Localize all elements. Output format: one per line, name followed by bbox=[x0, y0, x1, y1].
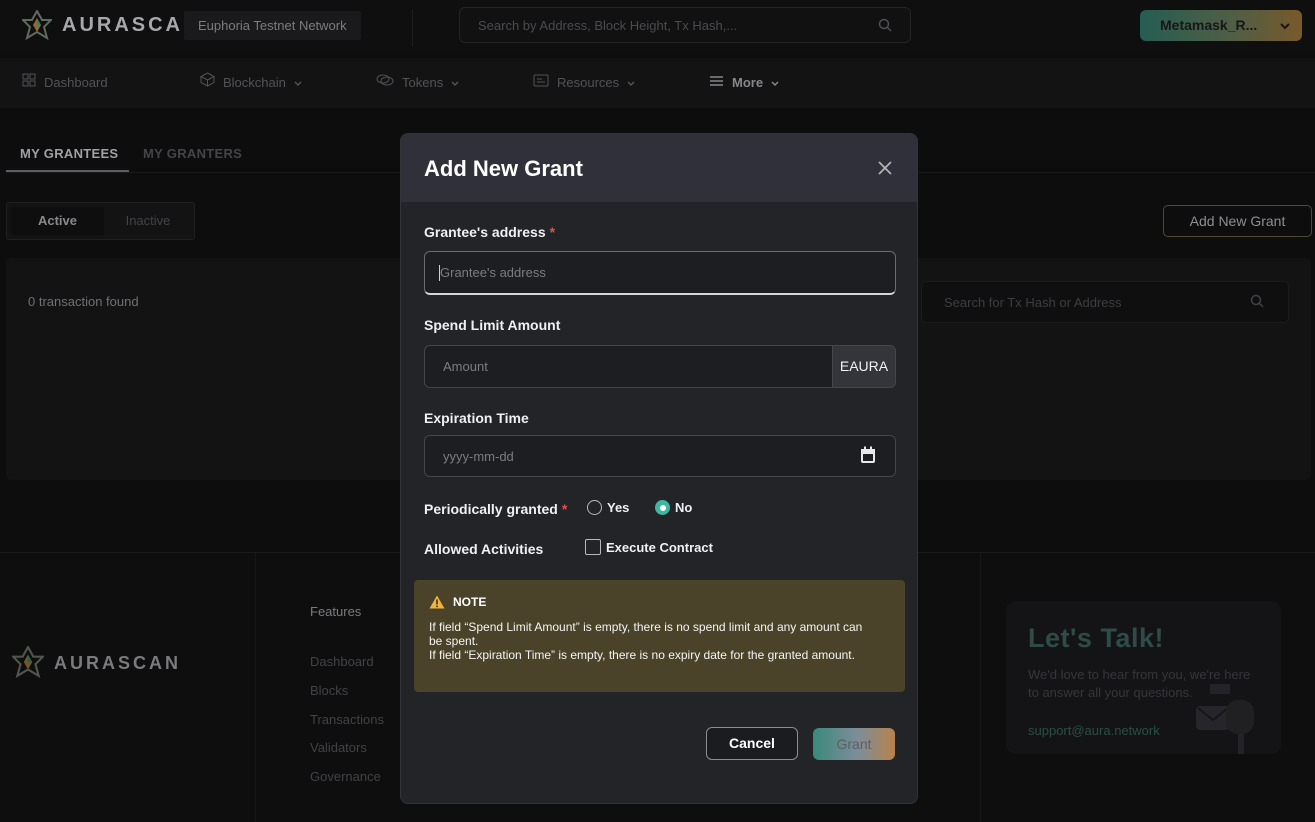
close-icon[interactable] bbox=[877, 160, 893, 179]
radio-no[interactable]: No bbox=[655, 500, 692, 515]
checkbox-label: Execute Contract bbox=[606, 539, 713, 555]
radio-label: Yes bbox=[607, 500, 630, 515]
note-box: NOTE If field “Spend Limit Amount” is em… bbox=[414, 580, 905, 692]
required-marker: * bbox=[549, 224, 556, 240]
allowed-activities-label: Allowed Activities bbox=[424, 541, 544, 557]
required-marker: * bbox=[561, 501, 568, 517]
add-new-grant-modal: Add New Grant Grantee's address * Grantee… bbox=[400, 133, 918, 804]
warning-icon bbox=[429, 595, 445, 612]
radio-label: No bbox=[675, 500, 693, 515]
execute-contract-checkbox[interactable]: Execute Contract bbox=[585, 539, 713, 555]
currency-unit: EAURA bbox=[832, 346, 895, 387]
checkbox[interactable] bbox=[585, 539, 601, 555]
label-text: Periodically granted bbox=[424, 501, 558, 517]
grant-button[interactable]: Grant bbox=[813, 728, 895, 760]
radio-button[interactable] bbox=[655, 500, 670, 515]
grantee-address-input[interactable]: Grantee's address bbox=[424, 251, 896, 295]
input-placeholder: Amount bbox=[443, 359, 488, 374]
periodically-granted-label: Periodically granted * bbox=[424, 501, 567, 517]
calendar-icon[interactable] bbox=[860, 446, 876, 467]
spend-limit-label: Spend Limit Amount bbox=[424, 317, 561, 333]
expiration-time-label: Expiration Time bbox=[424, 410, 529, 426]
expiration-date-input[interactable]: yyyy-mm-dd bbox=[424, 435, 896, 477]
note-line: If field “Expiration Time” is empty, the… bbox=[429, 648, 855, 662]
note-text: If field “Spend Limit Amount” is empty, … bbox=[429, 620, 874, 662]
note-title: NOTE bbox=[453, 595, 487, 609]
radio-button[interactable] bbox=[587, 500, 602, 515]
grantee-address-label: Grantee's address * bbox=[424, 224, 555, 240]
amount-input[interactable]: Amount EAURA bbox=[424, 345, 896, 388]
input-placeholder: yyyy-mm-dd bbox=[443, 449, 514, 464]
radio-yes[interactable]: Yes bbox=[587, 500, 629, 515]
cancel-button[interactable]: Cancel bbox=[706, 727, 798, 760]
input-placeholder: Grantee's address bbox=[440, 265, 546, 280]
modal-title: Add New Grant bbox=[424, 156, 583, 181]
note-line: If field “Spend Limit Amount” is empty, … bbox=[429, 620, 863, 648]
label-text: Grantee's address bbox=[424, 224, 546, 240]
